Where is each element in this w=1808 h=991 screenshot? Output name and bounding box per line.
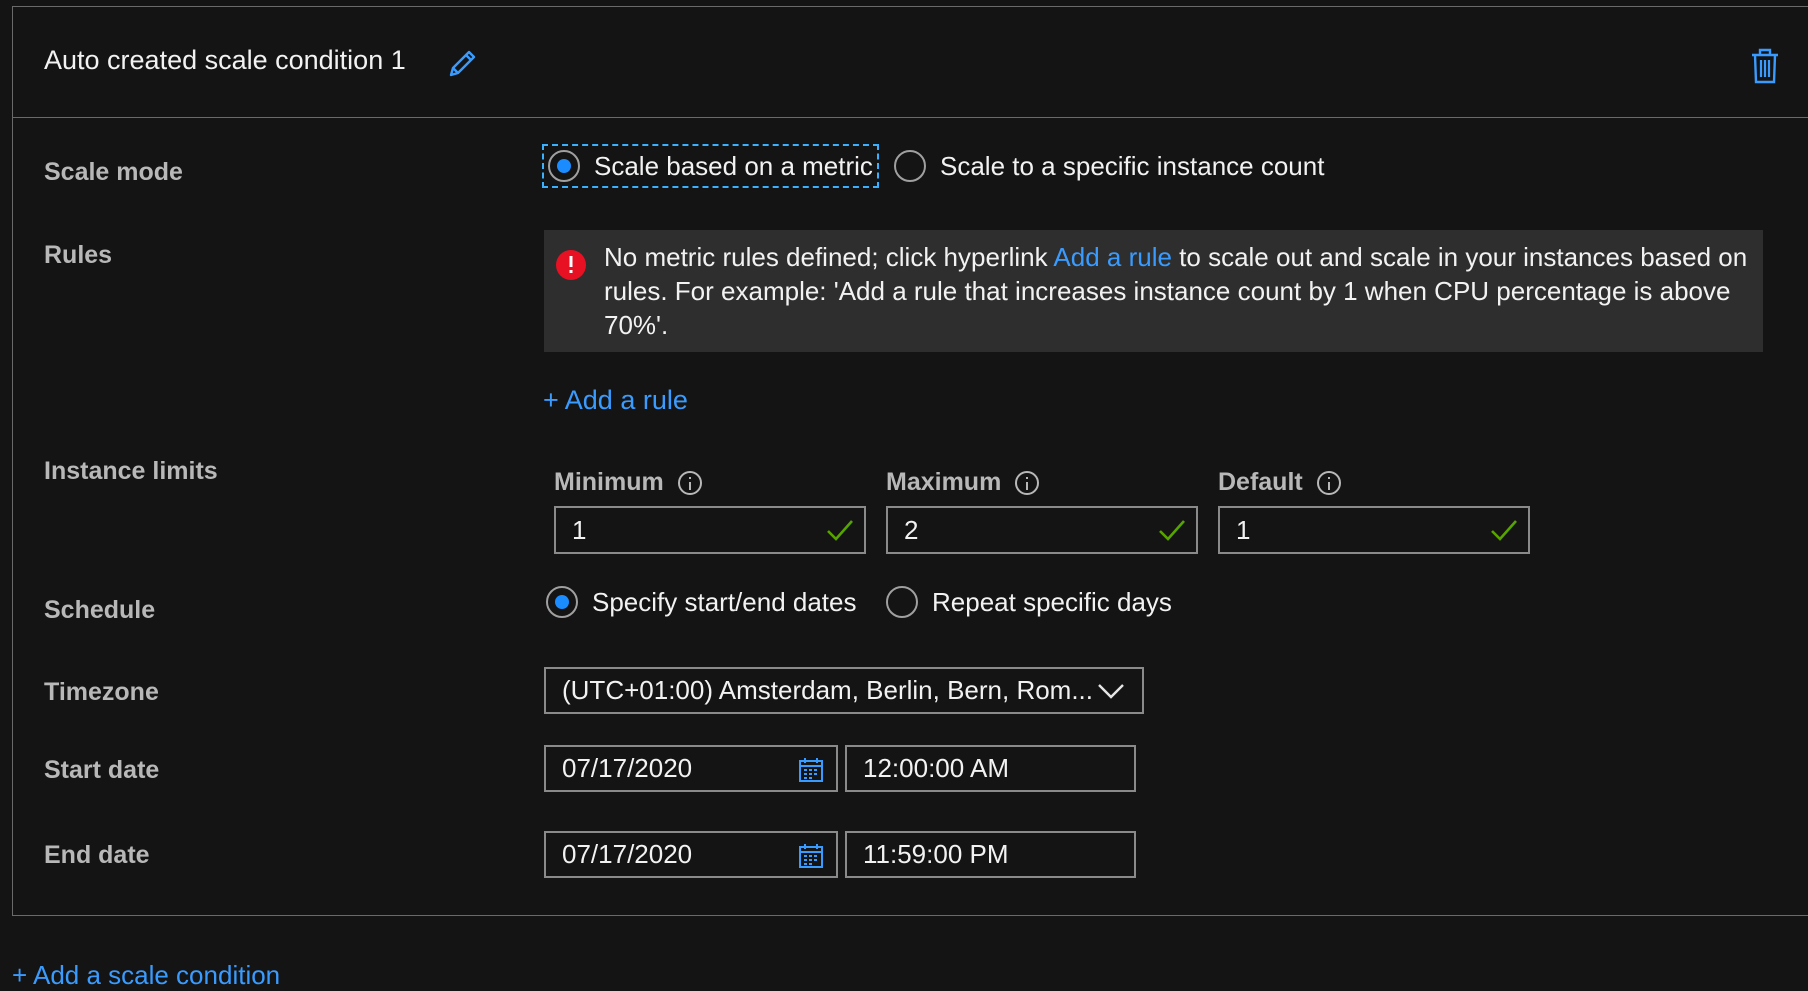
radio-indicator-selected bbox=[548, 150, 580, 182]
rules-label: Rules bbox=[44, 241, 113, 269]
timezone-label: Timezone bbox=[44, 678, 159, 706]
maximum-field-label: Maximum bbox=[886, 468, 1040, 497]
radio-indicator-selected bbox=[546, 586, 578, 618]
add-rule-button[interactable]: + Add a rule bbox=[543, 385, 688, 416]
pencil-icon[interactable] bbox=[445, 47, 479, 81]
default-input[interactable]: 1 bbox=[1218, 506, 1530, 554]
radio-scale-metric[interactable]: Scale based on a metric bbox=[542, 144, 879, 188]
radio-indicator bbox=[894, 150, 926, 182]
checkmark-icon bbox=[1159, 520, 1185, 541]
chevron-down-icon bbox=[1098, 684, 1124, 699]
add-scale-condition-button[interactable]: + Add a scale condition bbox=[12, 960, 280, 991]
maximum-input[interactable]: 2 bbox=[886, 506, 1198, 554]
start-time-input[interactable]: 12:00:00 AM bbox=[845, 745, 1136, 792]
default-field-label: Default bbox=[1218, 468, 1341, 497]
radio-scale-count[interactable]: Scale to a specific instance count bbox=[894, 150, 1324, 182]
error-icon bbox=[556, 250, 586, 280]
minimum-label-text: Minimum bbox=[554, 468, 664, 496]
instance-limits-label: Instance limits bbox=[44, 457, 218, 485]
condition-header: Auto created scale condition 1 bbox=[13, 7, 1808, 118]
checkmark-icon bbox=[1491, 520, 1517, 541]
start-date-input[interactable]: 07/17/2020 bbox=[544, 745, 838, 792]
radio-indicator bbox=[886, 586, 918, 618]
start-date-value: 07/17/2020 bbox=[562, 753, 693, 783]
no-rules-message: No metric rules defined; click hyperlink… bbox=[544, 230, 1763, 352]
radio-specify-dates-label: Specify start/end dates bbox=[592, 586, 857, 617]
radio-specify-dates[interactable]: Specify start/end dates bbox=[546, 586, 856, 618]
maximum-value: 2 bbox=[904, 514, 919, 545]
end-date-input[interactable]: 07/17/2020 bbox=[544, 831, 838, 878]
radio-repeat-days-label: Repeat specific days bbox=[932, 586, 1172, 617]
default-label-text: Default bbox=[1218, 468, 1303, 496]
add-rule-inline-link[interactable]: Add a rule bbox=[1053, 242, 1172, 272]
minimum-field-label: Minimum bbox=[554, 468, 702, 497]
start-date-label: Start date bbox=[44, 756, 160, 784]
radio-scale-metric-label: Scale based on a metric bbox=[594, 150, 873, 181]
message-text-start: No metric rules defined; click hyperlink bbox=[604, 242, 1054, 272]
info-icon[interactable] bbox=[677, 470, 702, 495]
end-time-value: 11:59:00 PM bbox=[863, 839, 1009, 869]
condition-title: Auto created scale condition 1 bbox=[44, 45, 406, 75]
trash-icon[interactable] bbox=[1748, 47, 1782, 85]
start-time-value: 12:00:00 AM bbox=[863, 753, 1009, 783]
info-icon[interactable] bbox=[1015, 470, 1040, 495]
no-rules-text: No metric rules defined; click hyperlink… bbox=[604, 240, 1749, 342]
scale-mode-label: Scale mode bbox=[44, 158, 183, 186]
timezone-dropdown[interactable]: (UTC+01:00) Amsterdam, Berlin, Bern, Rom… bbox=[544, 667, 1144, 714]
calendar-icon[interactable] bbox=[798, 757, 824, 783]
end-date-value: 07/17/2020 bbox=[562, 839, 693, 869]
calendar-icon[interactable] bbox=[798, 843, 824, 869]
end-time-input[interactable]: 11:59:00 PM bbox=[845, 831, 1136, 878]
end-date-label: End date bbox=[44, 841, 150, 869]
timezone-value: (UTC+01:00) Amsterdam, Berlin, Bern, Rom… bbox=[562, 675, 1094, 705]
maximum-label-text: Maximum bbox=[886, 468, 1002, 496]
checkmark-icon bbox=[827, 520, 853, 541]
radio-repeat-days[interactable]: Repeat specific days bbox=[886, 586, 1172, 618]
minimum-input[interactable]: 1 bbox=[554, 506, 866, 554]
schedule-label: Schedule bbox=[44, 596, 156, 624]
default-value: 1 bbox=[1236, 514, 1251, 545]
radio-scale-count-label: Scale to a specific instance count bbox=[940, 150, 1325, 181]
info-icon[interactable] bbox=[1316, 470, 1341, 495]
minimum-value: 1 bbox=[572, 514, 587, 545]
